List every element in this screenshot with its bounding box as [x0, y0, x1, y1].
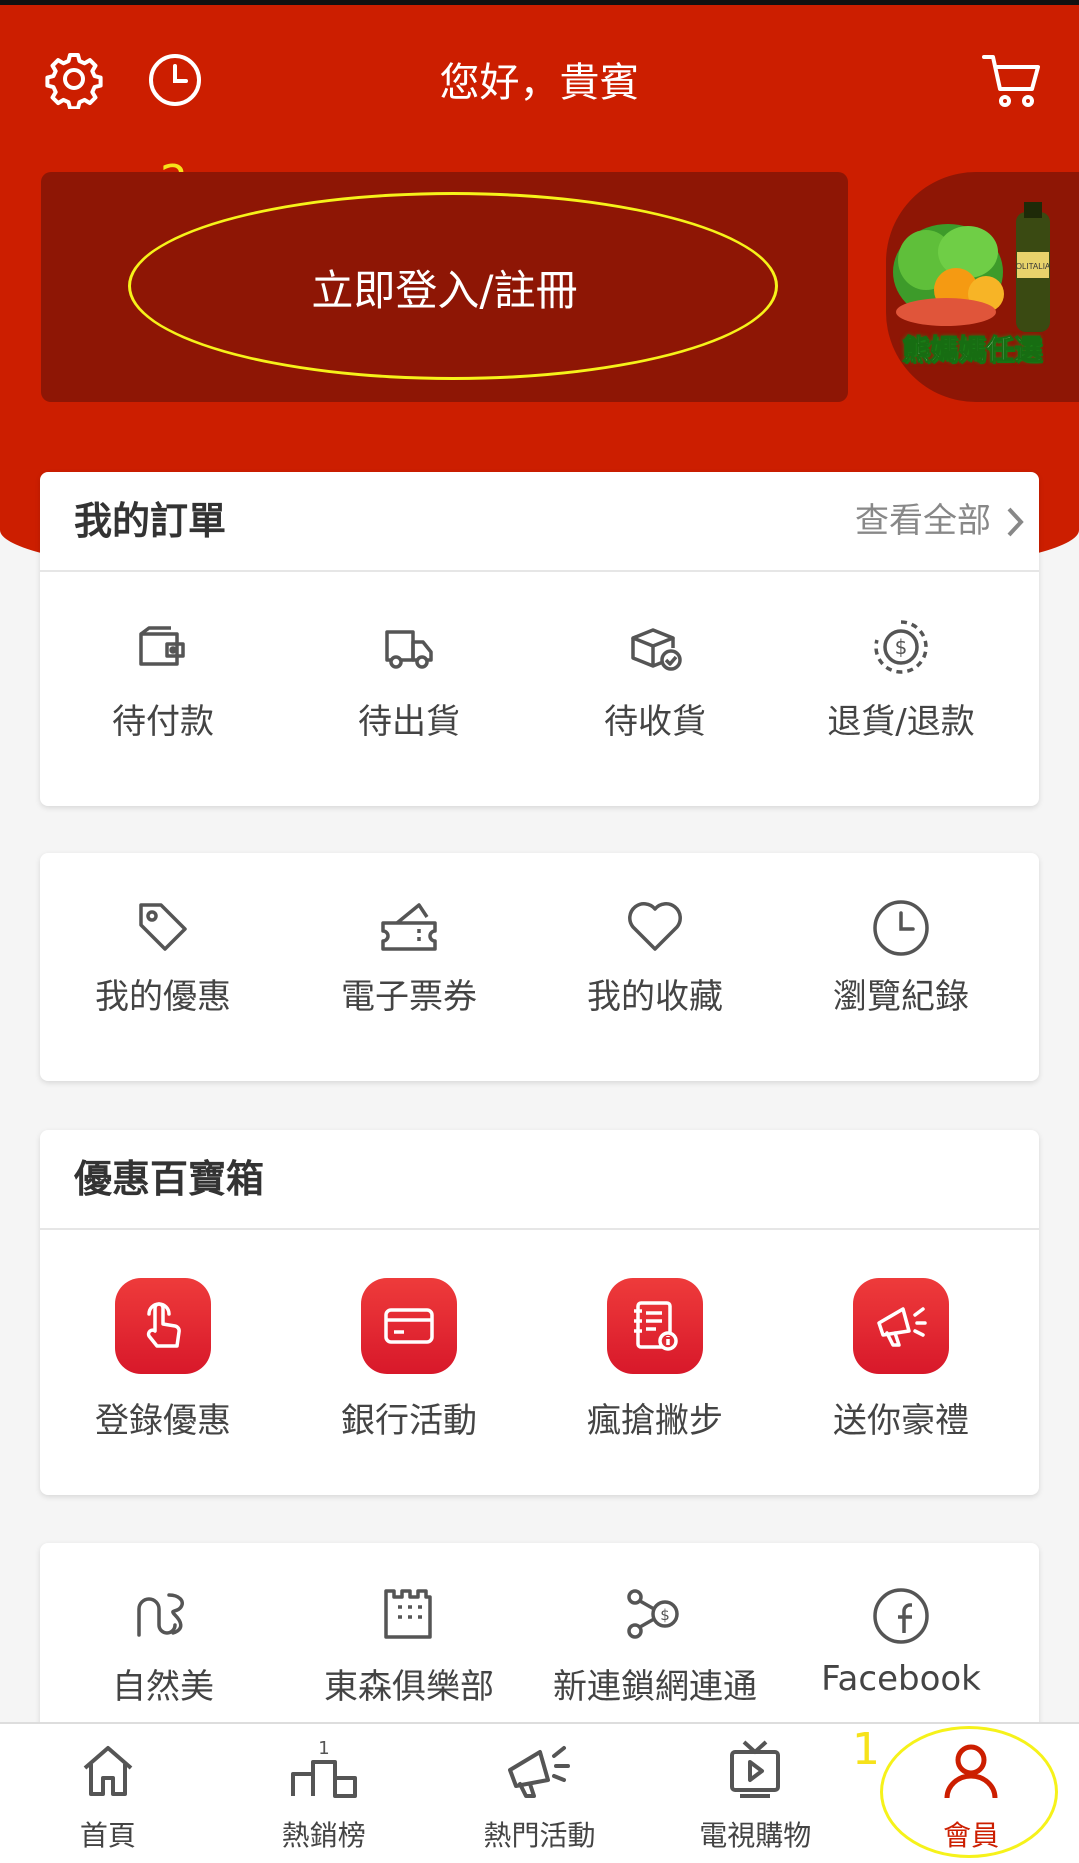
clock-icon: [872, 899, 930, 961]
shortcut-my-coupons[interactable]: 我的優惠: [40, 899, 286, 1059]
podium-icon: 1: [289, 1736, 359, 1804]
tab-label: 熱門活動: [483, 1819, 596, 1852]
deal-registration[interactable]: 登錄優惠: [40, 1278, 286, 1448]
shortcut-label: 電子票券: [341, 977, 477, 1017]
credit-card-icon: [361, 1278, 457, 1374]
deals-card-header: 優惠百寶箱: [40, 1130, 1039, 1230]
megaphone-icon: [504, 1742, 574, 1804]
tv-play-icon: [726, 1738, 784, 1802]
castle-icon: [382, 1587, 436, 1645]
partner-label: 東森俱樂部: [324, 1667, 494, 1707]
shortcut-label: 我的優惠: [95, 977, 231, 1017]
tab-label: 熱銷榜: [281, 1819, 366, 1852]
greeting-title: 您好，貴賓: [439, 60, 640, 106]
promo-banner[interactable]: OLITALIA 熊媽媽任選: [886, 172, 1079, 402]
order-label: 退貨/退款: [827, 702, 975, 742]
order-pending-receipt[interactable]: 待收貨: [532, 624, 778, 784]
deals-title: 優惠百寶箱: [74, 1157, 265, 1201]
shortcut-e-tickets[interactable]: 電子票券: [286, 899, 532, 1059]
orders-card-header: 我的訂單 查看全部: [40, 472, 1039, 572]
orders-title: 我的訂單: [74, 499, 227, 543]
tag-icon: [135, 899, 191, 959]
order-refund[interactable]: $ 退貨/退款: [778, 620, 1024, 784]
partners-card: 自然美 東森俱樂部 $ 新連鎖網連通 Facebook: [40, 1543, 1039, 1743]
order-pending-shipment[interactable]: 待出貨: [286, 624, 532, 784]
shortcut-label: 我的收藏: [587, 977, 723, 1017]
promo-brand-text: OLITALIA: [1016, 262, 1051, 271]
megaphone-icon: [853, 1278, 949, 1374]
natural-beauty-logo-icon: [133, 1587, 193, 1645]
deal-bank-activities[interactable]: 銀行活動: [286, 1278, 532, 1448]
svg-text:$: $: [660, 1606, 670, 1624]
tab-label: 電視購物: [699, 1819, 812, 1852]
shortcut-favorites[interactable]: 我的收藏: [532, 899, 778, 1059]
order-label: 待出貨: [358, 702, 460, 742]
view-all-link[interactable]: 查看全部: [855, 472, 991, 570]
svg-text:$: $: [895, 635, 908, 659]
chevron-right-icon[interactable]: [1005, 506, 1025, 542]
facebook-icon: [872, 1587, 930, 1649]
order-pending-payment[interactable]: 待付款: [40, 624, 286, 784]
hand-tap-icon: [115, 1278, 211, 1374]
tab-best-sellers[interactable]: 1 熱銷榜: [216, 1724, 432, 1863]
order-label: 待付款: [112, 702, 214, 742]
annotation-ellipse-login: [128, 192, 778, 380]
refund-icon: $: [872, 618, 930, 680]
podium-rank-badge: 1: [318, 1738, 329, 1759]
tab-hot-events[interactable]: 熱門活動: [432, 1724, 648, 1863]
home-icon: [79, 1742, 137, 1802]
cart-icon[interactable]: [982, 53, 1042, 113]
network-dollar-icon: $: [625, 1587, 685, 1645]
truck-icon: [383, 624, 435, 676]
deal-label: 瘋搶撇步: [587, 1401, 723, 1441]
tab-label: 首頁: [79, 1819, 136, 1852]
order-label: 待收貨: [604, 702, 706, 742]
deal-label: 登錄優惠: [95, 1401, 231, 1441]
package-check-icon: [627, 624, 683, 676]
annotation-number-1: 1: [852, 1724, 880, 1775]
wallet-icon: [137, 624, 189, 676]
deal-gifts[interactable]: 送你豪禮: [778, 1278, 1024, 1448]
promo-label: 熊媽媽任選: [901, 333, 1042, 367]
partner-label: 自然美: [112, 1667, 214, 1707]
tab-tv-shopping[interactable]: 電視購物: [647, 1724, 863, 1863]
partner-label: 新連鎖網連通: [553, 1667, 757, 1707]
partner-label: Facebook: [821, 1659, 981, 1699]
tab-home[interactable]: 首頁: [0, 1724, 216, 1863]
annotation-ellipse-member: [880, 1726, 1058, 1858]
ticket-icon: [379, 899, 439, 959]
heart-icon: [626, 899, 684, 957]
deal-tips[interactable]: 瘋搶撇步: [532, 1278, 778, 1448]
notebook-info-icon: [607, 1278, 703, 1374]
deal-label: 送你豪禮: [833, 1401, 969, 1441]
shortcut-label: 瀏覽紀錄: [833, 977, 969, 1017]
deals-card: 優惠百寶箱 登錄優惠 銀行活動 瘋搶撇步 送你豪禮: [40, 1130, 1039, 1495]
shortcuts-card: 我的優惠 電子票券 我的收藏 瀏覽紀錄: [40, 853, 1039, 1081]
shortcut-history[interactable]: 瀏覽紀錄: [778, 899, 1024, 1059]
orders-card: 我的訂單 查看全部 待付款 待出貨 待收貨 $ 退貨/退款: [40, 472, 1039, 806]
deal-label: 銀行活動: [341, 1401, 477, 1441]
